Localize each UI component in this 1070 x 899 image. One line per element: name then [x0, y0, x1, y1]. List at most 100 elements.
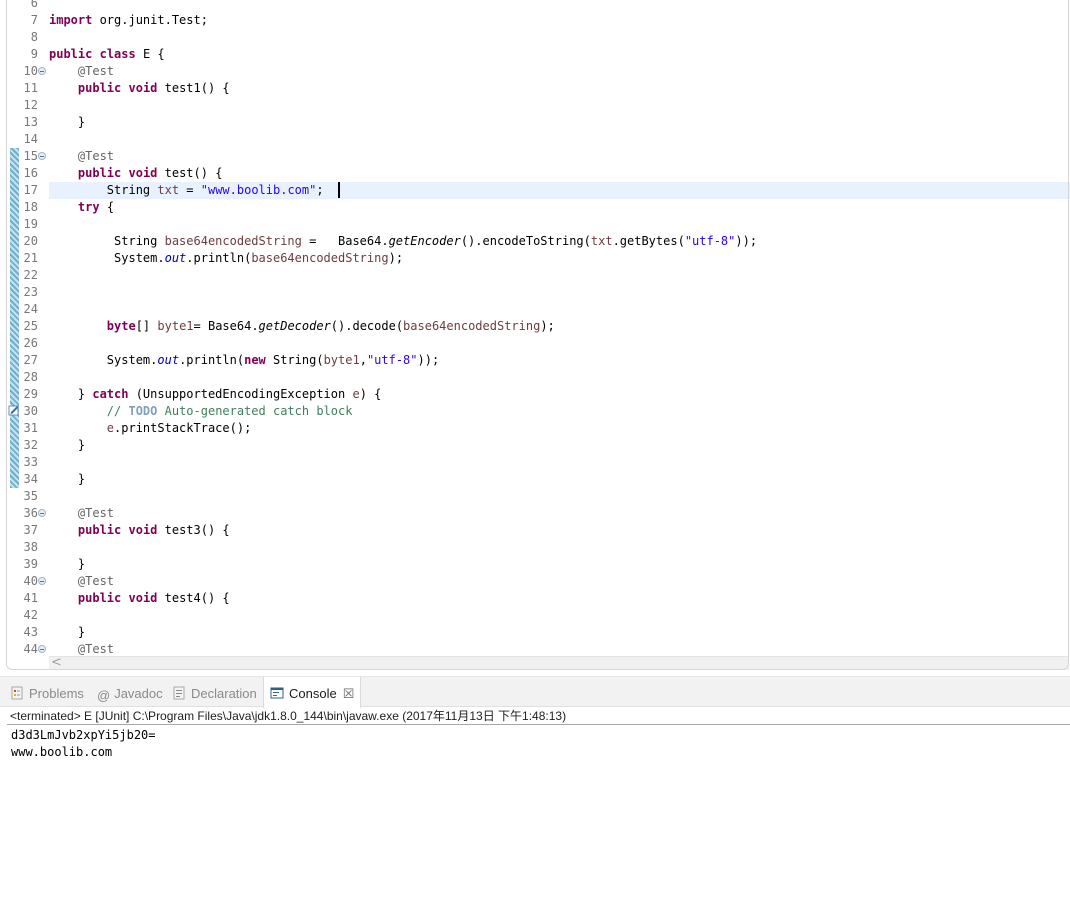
code-line[interactable]: 6 — [0, 0, 1070, 12]
code-token: E { — [135, 47, 165, 61]
code-token: } — [49, 472, 86, 486]
code-editor[interactable]: 6 7 import org.junit.Test; 8 9 public class E… — [0, 0, 1070, 671]
code-token: public — [77, 591, 122, 605]
code-line[interactable]: 22 — [0, 267, 1070, 284]
change-marker — [10, 386, 19, 403]
line-number: 41 — [23, 591, 38, 605]
code-line[interactable]: 24 — [0, 301, 1070, 318]
console-line: www.boolib.com — [11, 745, 113, 759]
close-tab-icon[interactable]: ☒ — [343, 677, 355, 710]
code-token: } — [49, 557, 86, 571]
change-marker — [10, 369, 19, 386]
change-marker — [10, 284, 19, 301]
code-token: "www.boolib.com" — [200, 183, 317, 197]
code-line[interactable]: 18 try { — [0, 199, 1070, 216]
change-marker — [10, 148, 19, 165]
code-line[interactable]: 11 public void test1() { — [0, 80, 1070, 97]
problems-icon — [11, 686, 23, 700]
line-number: 43 — [23, 625, 38, 639]
change-marker — [10, 352, 19, 369]
horizontal-scrollbar[interactable]: < — [49, 655, 1069, 670]
code-line[interactable]: 34 } — [0, 471, 1070, 488]
code-line[interactable]: 19 — [0, 216, 1070, 233]
collapse-icon[interactable] — [38, 152, 46, 160]
line-number: 28 — [23, 370, 38, 384]
code-token: , — [359, 353, 367, 367]
code-token: .printStackTrace(); — [114, 421, 252, 435]
line-number: 9 — [30, 47, 38, 61]
code-token: [] — [135, 319, 158, 333]
code-line[interactable]: 25 byte[] byte1= Base64.getDecoder().dec… — [0, 318, 1070, 335]
code-line[interactable]: 7 import org.junit.Test; — [0, 12, 1070, 29]
code-line[interactable]: 38 — [0, 539, 1070, 556]
line-number: 10 — [23, 64, 38, 78]
code-line[interactable]: 12 — [0, 97, 1070, 114]
collapse-icon[interactable] — [38, 645, 46, 653]
code-line[interactable]: 16 public void test() { — [0, 165, 1070, 182]
task-marker-icon[interactable] — [8, 404, 20, 416]
code-line[interactable]: 39 } — [0, 556, 1070, 573]
code-line[interactable]: 28 — [0, 369, 1070, 386]
code-token: "utf-8" — [366, 353, 418, 367]
change-marker — [10, 318, 19, 335]
line-number: 16 — [23, 166, 38, 180]
console-output[interactable]: d3d3LmJvb2xpYi5jb20= www.boolib.com — [11, 727, 156, 761]
line-number: 19 — [23, 217, 38, 231]
code-line[interactable]: 27 System.out.println(new String(byte1,"… — [0, 352, 1070, 369]
code-line[interactable]: 30 // TODO Auto-generated catch block — [0, 403, 1070, 420]
line-number: 44 — [23, 642, 38, 656]
code-line[interactable]: 36 @Test — [0, 505, 1070, 522]
code-line[interactable]: 20 String base64encodedString = Base64.g… — [0, 233, 1070, 250]
code-line[interactable]: 43 } — [0, 624, 1070, 641]
code-line[interactable]: 23 — [0, 284, 1070, 301]
code-line[interactable]: 32 } — [0, 437, 1070, 454]
collapse-icon[interactable] — [38, 509, 46, 517]
code-token: )); — [417, 353, 440, 367]
tab-console[interactable]: Console ☒ — [263, 677, 362, 710]
code-token: getEncoder — [388, 234, 461, 248]
code-token: @Test — [77, 642, 115, 656]
code-text: } — [49, 471, 85, 488]
code-token: String — [49, 234, 165, 248]
code-line[interactable]: 17 String txt = "www.boolib.com"; — [0, 182, 1070, 199]
code-token: System. — [49, 353, 158, 367]
code-line[interactable]: 15 @Test — [0, 148, 1070, 165]
code-token: String — [49, 183, 158, 197]
code-line[interactable]: 40 @Test — [0, 573, 1070, 590]
code-line[interactable]: 29 } catch (UnsupportedEncodingException… — [0, 386, 1070, 403]
code-token: = Base64. — [301, 234, 389, 248]
tab-javadoc[interactable]: @ Javadoc — [97, 677, 163, 707]
code-text: import org.junit.Test; — [49, 12, 208, 29]
code-token: byte1 — [323, 353, 360, 367]
code-token: void — [128, 591, 158, 605]
code-line[interactable]: 26 — [0, 335, 1070, 352]
collapse-icon[interactable] — [38, 577, 46, 585]
code-line[interactable]: 14 — [0, 131, 1070, 148]
code-line[interactable]: 31 e.printStackTrace(); — [0, 420, 1070, 437]
code-line[interactable]: 21 System.out.println(base64encodedStrin… — [0, 250, 1070, 267]
code-line[interactable]: 9 public class E { — [0, 46, 1070, 63]
collapse-icon[interactable] — [38, 67, 46, 75]
code-line[interactable]: 33 — [0, 454, 1070, 471]
code-line[interactable]: 41 public void test4() { — [0, 590, 1070, 607]
code-token: e — [352, 387, 360, 401]
code-text: // TODO Auto-generated catch block — [49, 403, 353, 420]
line-number: 18 — [23, 200, 38, 214]
code-lines[interactable]: 6 7 import org.junit.Test; 8 9 public class E… — [0, 0, 1070, 658]
code-line[interactable]: 35 — [0, 488, 1070, 505]
change-marker — [10, 471, 19, 488]
code-line[interactable]: 13 } — [0, 114, 1070, 131]
line-number: 26 — [23, 336, 38, 350]
tab-declaration[interactable]: Declaration — [172, 677, 257, 707]
tab-problems[interactable]: Problems — [10, 677, 84, 707]
code-line[interactable]: 10 @Test — [0, 63, 1070, 80]
code-line[interactable]: 37 public void test3() { — [0, 522, 1070, 539]
code-text: System.out.println(base64encodedString); — [49, 250, 403, 267]
code-line[interactable]: 42 — [0, 607, 1070, 624]
line-number: 20 — [23, 234, 38, 248]
code-line[interactable]: 8 — [0, 29, 1070, 46]
code-token: test3() { — [157, 523, 230, 537]
